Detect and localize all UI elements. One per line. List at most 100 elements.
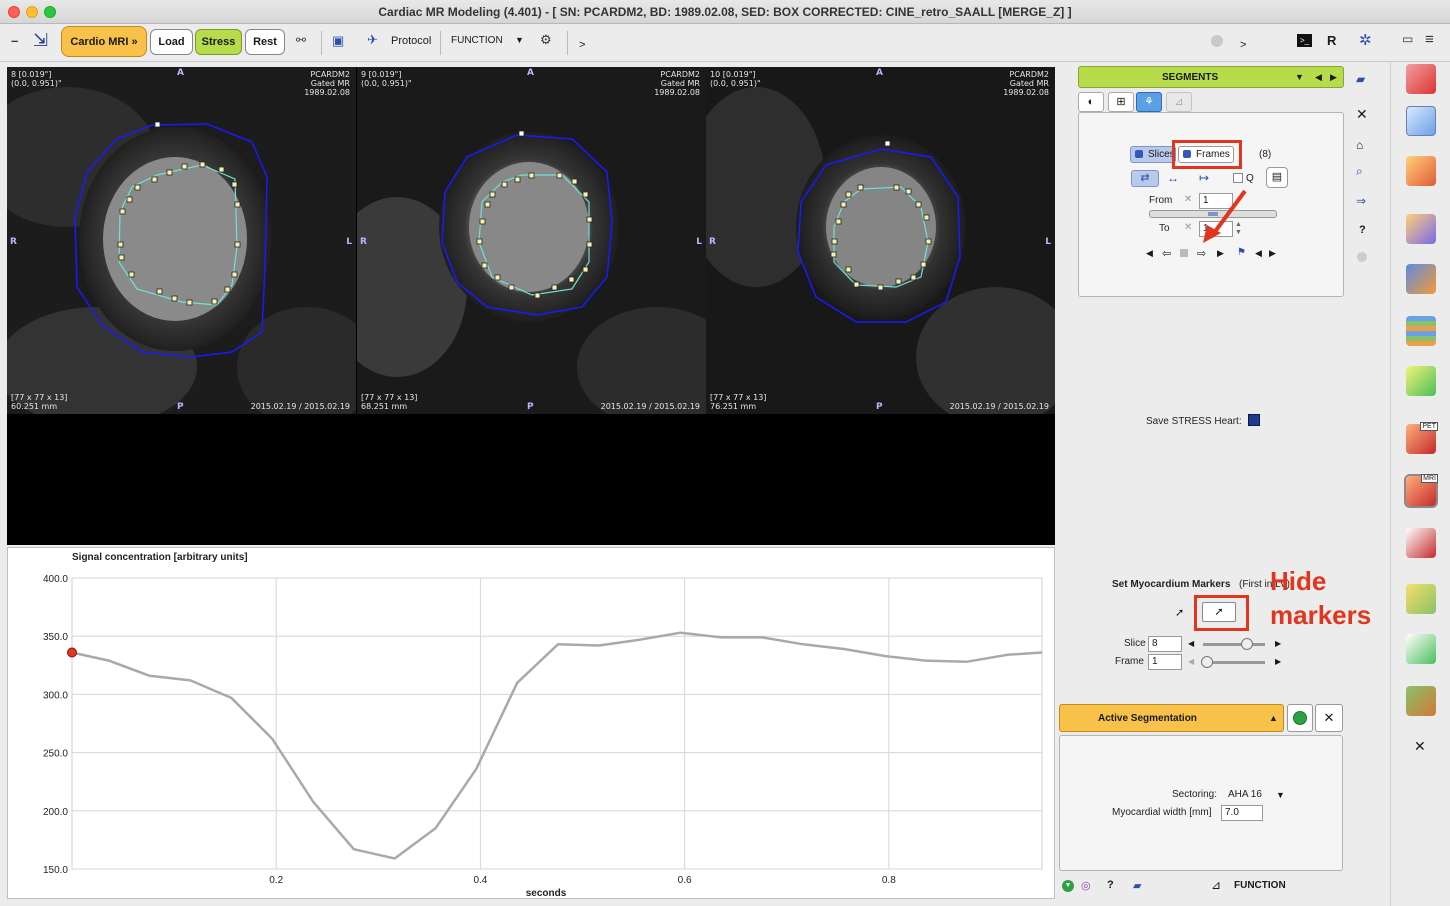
- toolbar-more-button-2[interactable]: >: [1240, 39, 1246, 51]
- range-icon[interactable]: ↔: [1167, 171, 1179, 185]
- ruler-icon[interactable]: [1406, 214, 1436, 244]
- sectoring-dropdown-icon[interactable]: ▼: [1276, 790, 1285, 800]
- cursor-icon[interactable]: ➚: [1175, 606, 1184, 619]
- cardiac-mri-icon[interactable]: MRI: [1406, 474, 1438, 506]
- layers-icon[interactable]: [1406, 686, 1436, 716]
- open-folder-icon[interactable]: ▰: [1356, 72, 1365, 86]
- tab-grid[interactable]: ⊞: [1108, 92, 1134, 112]
- to-clear-icon[interactable]: ✕: [1184, 222, 1192, 233]
- function-dropdown-icon[interactable]: ▼: [515, 35, 524, 45]
- collapse-all-icon[interactable]: ▼: [1062, 880, 1074, 892]
- segments-header[interactable]: SEGMENTS ▼ ◀ ▶: [1078, 66, 1344, 88]
- sectoring-value[interactable]: AHA 16: [1228, 789, 1262, 800]
- function-chart-icon[interactable]: ⊿: [1211, 878, 1221, 892]
- rocket-icon[interactable]: [1406, 366, 1436, 396]
- exit-icon[interactable]: [1406, 64, 1436, 94]
- tab-segmentation[interactable]: ⚘: [1136, 92, 1162, 112]
- go-button[interactable]: [1287, 704, 1313, 732]
- network-icon[interactable]: ✲: [1359, 31, 1372, 49]
- load-button[interactable]: Load: [150, 29, 193, 55]
- tab-contrast[interactable]: ◐: [1078, 92, 1104, 112]
- frame-field[interactable]: 1: [1148, 654, 1182, 670]
- protocol-icon[interactable]: ✈: [367, 32, 378, 48]
- pet-badge: PET: [1420, 422, 1438, 431]
- collapse-icon[interactable]: ▲: [1269, 713, 1278, 723]
- protocol-label[interactable]: Protocol: [391, 35, 431, 47]
- loop-button[interactable]: ⇄: [1131, 170, 1159, 187]
- slice-field[interactable]: 8: [1148, 636, 1182, 652]
- orientation-bottom: P: [177, 402, 184, 412]
- puzzle-icon[interactable]: [1406, 264, 1436, 294]
- frame-prev-icon[interactable]: ◀: [1188, 657, 1194, 666]
- kinetic-model-icon[interactable]: [1406, 106, 1436, 136]
- slice-slider[interactable]: [1203, 638, 1265, 650]
- segments-dropdown-icon[interactable]: ▼: [1295, 72, 1304, 82]
- frame-next-icon[interactable]: ▶: [1275, 657, 1281, 666]
- interval-icon[interactable]: ↦: [1199, 171, 1209, 185]
- minus-icon[interactable]: –: [11, 33, 18, 48]
- prev-icon[interactable]: ◀: [1255, 248, 1262, 259]
- r-console-button[interactable]: R: [1327, 33, 1336, 48]
- active-segmentation-header[interactable]: Active Segmentation ▲: [1059, 704, 1284, 732]
- cardiac-pet-icon[interactable]: PET: [1406, 422, 1438, 454]
- segments-prev-icon[interactable]: ◀: [1315, 72, 1322, 83]
- viewer-slice-8[interactable]: 8 [0.019"] (0.0, 0.951)" PCARDM2 Gated MR 1…: [7, 67, 356, 414]
- close-segmentation-button[interactable]: ✕: [1315, 704, 1343, 732]
- orientation-left: R: [10, 237, 17, 247]
- next-frame-icon[interactable]: ▶: [1217, 248, 1224, 259]
- target-icon[interactable]: ◎: [1081, 879, 1091, 892]
- export-icon[interactable]: ⇒: [1356, 194, 1366, 208]
- scanner-icon[interactable]: ▣: [332, 33, 344, 49]
- film-button[interactable]: ▤: [1266, 167, 1288, 188]
- stress-button[interactable]: Stress: [195, 29, 242, 55]
- link-icon[interactable]: ⚯: [296, 33, 306, 47]
- chart-xlabel: seconds: [526, 888, 567, 898]
- window-layout-icon[interactable]: ▭: [1402, 32, 1413, 46]
- zoom-icon[interactable]: ⌕: [1356, 164, 1363, 179]
- toolbar-more-button[interactable]: >: [579, 39, 585, 51]
- from-clear-icon[interactable]: ✕: [1184, 194, 1192, 205]
- save-disk-icon[interactable]: [1248, 414, 1260, 426]
- step-forward-icon[interactable]: ⇨: [1197, 247, 1206, 260]
- signal-chart[interactable]: Signal concentration [arbitrary units] s…: [7, 547, 1055, 899]
- graph-settings-icon[interactable]: ⚙: [540, 32, 552, 48]
- step-back-icon[interactable]: ⇦: [1162, 247, 1171, 260]
- import-icon[interactable]: ⇲: [33, 30, 48, 51]
- menu-icon[interactable]: ≡: [1425, 31, 1434, 48]
- function-footer-label[interactable]: FUNCTION: [1234, 880, 1286, 891]
- viewer-slice-9[interactable]: 9 [0.019"] (0.0, 0.951)" PCARDM2 Gated MR 1…: [357, 67, 706, 414]
- slices-toggle[interactable]: Slices: [1130, 146, 1176, 163]
- terminal-icon[interactable]: >_: [1297, 34, 1312, 47]
- record-icon[interactable]: ⚑: [1237, 247, 1246, 258]
- myocardial-width-field[interactable]: 7.0: [1221, 805, 1263, 821]
- heart-icon[interactable]: [1406, 528, 1436, 558]
- tab-chart[interactable]: ⊿: [1166, 92, 1192, 112]
- segments-count: (8): [1259, 149, 1272, 160]
- lab-icon[interactable]: [1406, 634, 1436, 664]
- snapshot-icon[interactable]: ⌂: [1356, 138, 1363, 152]
- close-icon[interactable]: ✕: [1414, 738, 1426, 755]
- rest-button[interactable]: Rest: [245, 29, 285, 55]
- tools-x-icon[interactable]: ✕: [1356, 106, 1368, 123]
- stop-play-icon[interactable]: [1180, 249, 1188, 257]
- window-title: Cardiac MR Modeling (4.401) - [ SN: PCAR…: [378, 5, 1072, 19]
- frame-slider[interactable]: [1201, 656, 1265, 668]
- function-label[interactable]: FUNCTION: [451, 35, 503, 46]
- dim-circle-icon[interactable]: [1357, 252, 1367, 262]
- next-icon[interactable]: ▶: [1269, 248, 1276, 259]
- slice-prev-icon[interactable]: ◀: [1188, 639, 1194, 648]
- q-checkbox[interactable]: [1233, 173, 1243, 183]
- cardio-mri-button[interactable]: Cardio MRI »: [61, 26, 147, 57]
- folder-icon[interactable]: ▰: [1133, 879, 1141, 892]
- viewer-slice-10[interactable]: 10 [0.019"] (0.0, 0.951)" PCARDM2 Gated MR…: [706, 67, 1055, 414]
- bars-icon[interactable]: [1406, 316, 1436, 346]
- pet-mr-icon[interactable]: [1406, 156, 1436, 186]
- brain-icon[interactable]: [1406, 584, 1436, 614]
- question-icon[interactable]: ?: [1359, 224, 1366, 236]
- stop-icon[interactable]: [1211, 35, 1223, 47]
- segments-next-icon[interactable]: ▶: [1330, 72, 1337, 83]
- first-frame-icon[interactable]: ◀: [1146, 248, 1153, 259]
- help-icon[interactable]: ?: [1107, 879, 1114, 891]
- y-tick-label: 150.0: [43, 865, 68, 876]
- slice-next-icon[interactable]: ▶: [1275, 639, 1281, 648]
